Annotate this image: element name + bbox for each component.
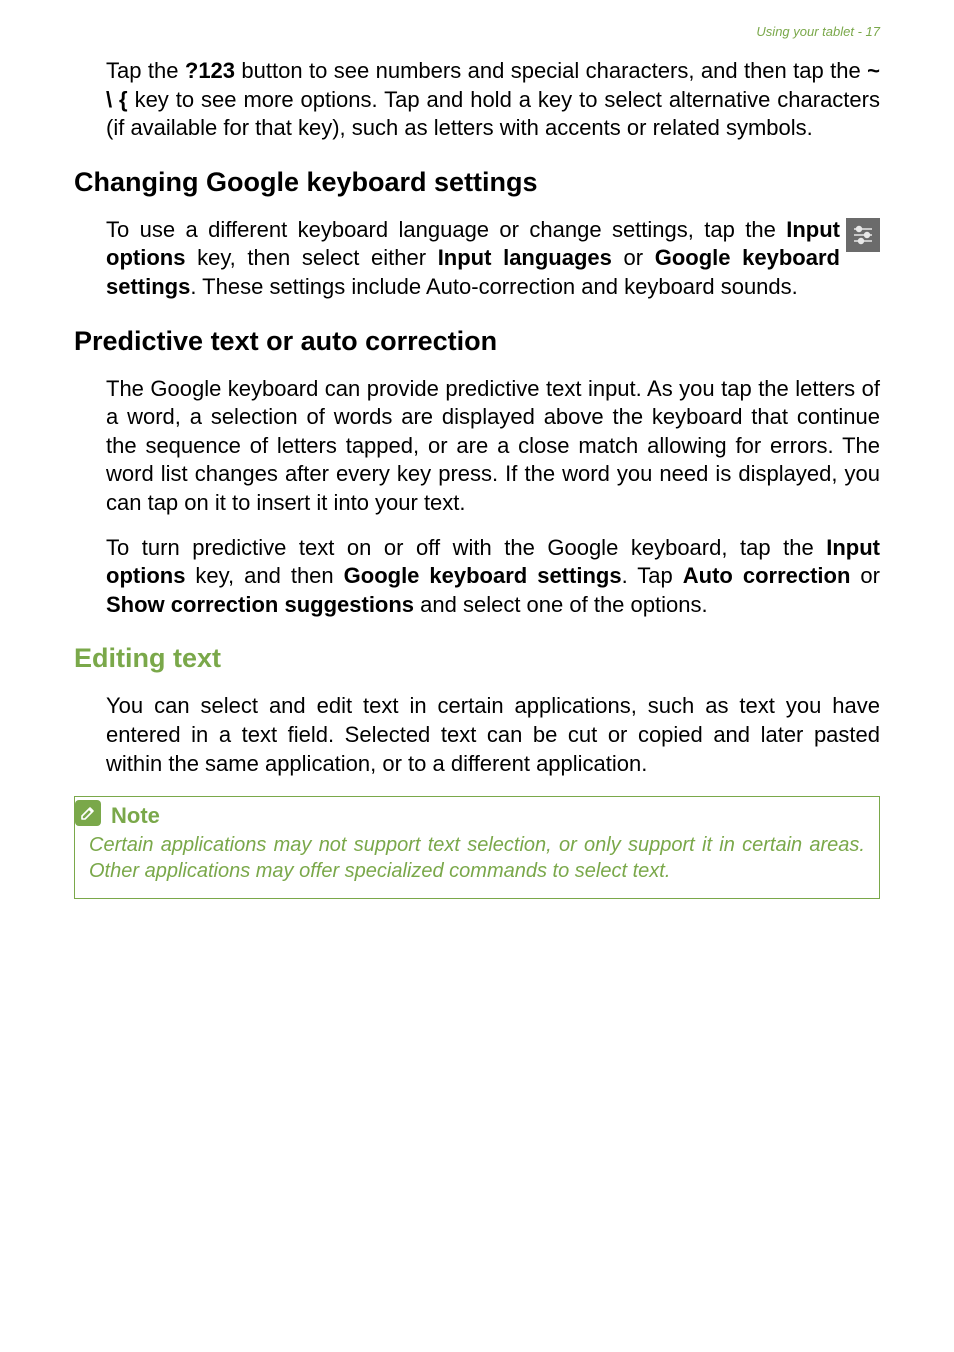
text: key to see more options. Tap and hold a … <box>106 87 880 141</box>
s1-paragraph: To use a different keyboard language or … <box>74 216 880 302</box>
text: key, and then <box>185 563 343 588</box>
text-bold: Auto correction <box>683 563 851 588</box>
intro-paragraph: Tap the ?123 button to see numbers and s… <box>74 57 880 143</box>
pencil-icon <box>75 800 101 826</box>
s2-paragraph-2: To turn predictive text on or off with t… <box>74 534 880 620</box>
text-bold: Google keyboard settings <box>344 563 622 588</box>
text: . Tap <box>622 563 683 588</box>
s3-paragraph: You can select and edit text in certain … <box>74 692 880 778</box>
note-body: Certain applications may not support tex… <box>89 833 865 884</box>
text: and select one of the options. <box>414 592 708 617</box>
text: To turn predictive text on or off with t… <box>106 535 826 560</box>
text: To use a different keyboard language or … <box>106 217 786 242</box>
text: button to see numbers and special charac… <box>235 58 867 83</box>
page-header-right: Using your tablet - 17 <box>74 24 880 39</box>
text: . These settings include Auto-correction… <box>190 274 797 299</box>
note-title: Note <box>111 803 160 829</box>
text: or <box>850 563 880 588</box>
text: or <box>612 245 655 270</box>
heading-predictive-text: Predictive text or auto correction <box>74 326 880 357</box>
heading-changing-keyboard: Changing Google keyboard settings <box>74 167 880 198</box>
text-bold: Show correction suggestions <box>106 592 414 617</box>
text-bold: Input languages <box>438 245 612 270</box>
input-options-icon <box>846 218 880 252</box>
heading-editing-text: Editing text <box>74 643 880 674</box>
note-callout: Note Certain applications may not suppor… <box>74 796 880 899</box>
text: key, then select either <box>185 245 437 270</box>
text-bold: ?123 <box>185 58 235 83</box>
note-header: Note <box>89 809 865 829</box>
text: Tap the <box>106 58 185 83</box>
s2-paragraph-1: The Google keyboard can provide predicti… <box>74 375 880 518</box>
